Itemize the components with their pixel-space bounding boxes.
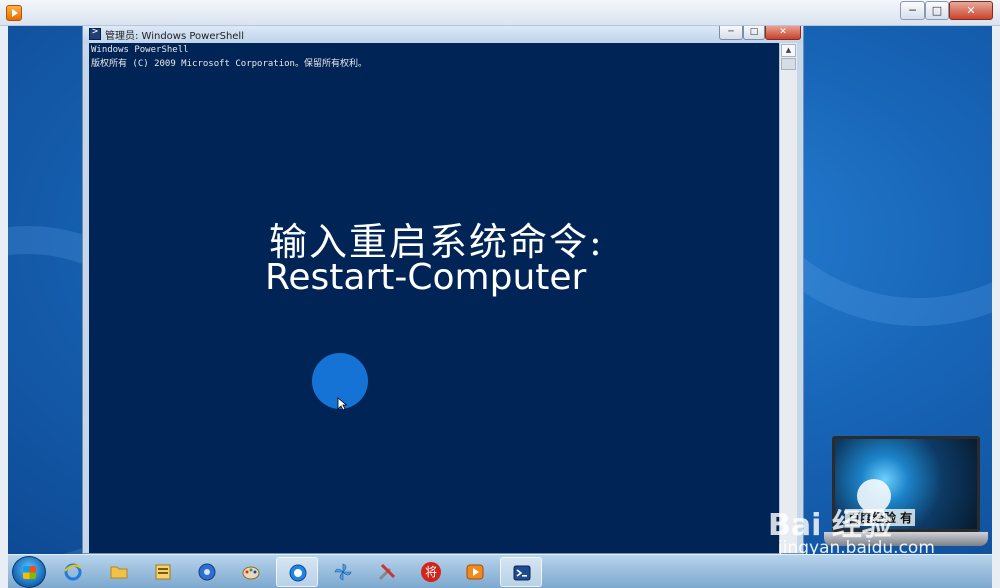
minimize-button[interactable]: ─: [719, 26, 743, 40]
powershell-icon: [513, 565, 531, 581]
powershell-titlebar[interactable]: 管理员: Windows PowerShell ─ □ ✕: [83, 26, 803, 43]
taskbar-item-video[interactable]: [454, 557, 496, 587]
taskbar-item-explorer[interactable]: [142, 557, 184, 587]
video-player-icon: [466, 564, 484, 580]
taskbar-item-pinwheel[interactable]: [322, 557, 364, 587]
tools-icon: [378, 563, 396, 581]
console-line: 版权所有 (C) 2009 Microsoft Corporation。保留所有…: [91, 59, 367, 69]
start-button[interactable]: [12, 556, 46, 588]
taskbar: 将: [8, 554, 992, 588]
close-button[interactable]: ✕: [765, 26, 801, 40]
watermark-url: jingyan.baidu.com: [778, 538, 935, 554]
chinese-chess-icon: 将: [421, 562, 441, 582]
file-manager-icon: [155, 564, 171, 580]
mouse-cursor-icon: [337, 397, 347, 411]
maximize-button[interactable]: □: [743, 26, 765, 40]
taskbar-item-folder[interactable]: [98, 557, 140, 587]
console-line: Windows PowerShell: [91, 45, 189, 55]
powershell-window: 管理员: Windows PowerShell ─ □ ✕ Windows Po…: [82, 26, 804, 554]
desktop: 管理员: Windows PowerShell ─ □ ✕ Windows Po…: [8, 26, 992, 554]
vertical-scrollbar[interactable]: ▲: [779, 43, 797, 553]
taskbar-item-tools[interactable]: [366, 557, 408, 587]
internet-explorer-icon: [64, 563, 82, 581]
taskbar-item-paint[interactable]: [230, 557, 272, 587]
folder-icon: [110, 566, 128, 579]
paint-icon: [242, 566, 260, 580]
taskbar-item-ie[interactable]: [52, 557, 94, 587]
taskbar-item-browser[interactable]: [276, 557, 318, 587]
player-titlebar[interactable]: ─ □ ✕: [0, 0, 1000, 26]
player-minimize-button[interactable]: ─: [900, 1, 925, 20]
pinwheel-icon: [334, 563, 352, 581]
overlay-command: Restart-Computer: [265, 257, 587, 298]
video-player-icon: [6, 5, 22, 21]
taskbar-item-chess[interactable]: 将: [410, 557, 452, 587]
browser-icon: [289, 564, 307, 582]
media-center-icon: [198, 563, 216, 581]
video-player-window: ─ □ ✕ 管理员: Windows PowerShell ─ □ ✕ Wind…: [0, 0, 1000, 588]
window-title: 管理员: Windows PowerShell: [105, 31, 244, 42]
scroll-thumb[interactable]: [781, 58, 796, 70]
console-area[interactable]: Windows PowerShell 版权所有 (C) 2009 Microso…: [89, 43, 779, 553]
player-maximize-button[interactable]: □: [925, 1, 949, 20]
taskbar-item-media[interactable]: [186, 557, 228, 587]
taskbar-item-powershell[interactable]: [500, 557, 542, 587]
scroll-up-arrow-icon[interactable]: ▲: [781, 44, 796, 57]
player-close-button[interactable]: ✕: [949, 1, 993, 20]
powershell-icon: [89, 26, 101, 40]
